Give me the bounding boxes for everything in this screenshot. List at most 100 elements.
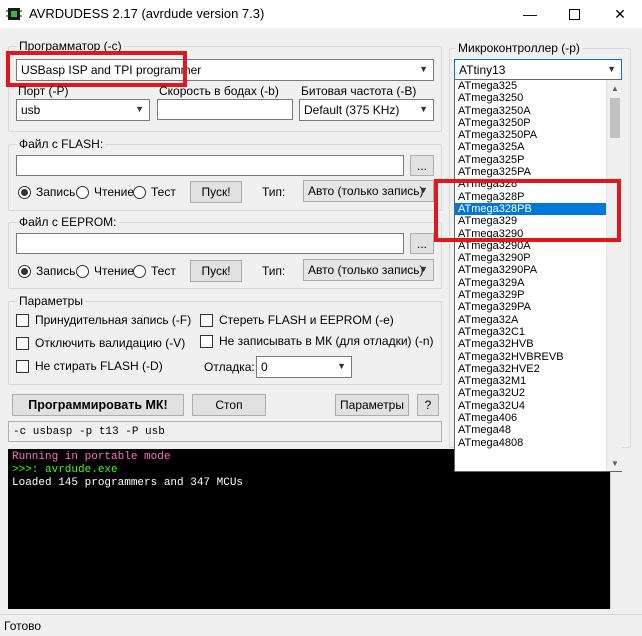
mcu-list-item[interactable]: ATmega325 [455,80,621,92]
settings-button[interactable]: Параметры [335,394,409,416]
bitclock-select[interactable]: Default (375 KHz) ▼ [299,99,434,121]
eeprom-type-value: Авто (только запись) [308,263,424,277]
chevron-down-icon: ▼ [607,64,616,74]
eeprom-verify-radio[interactable] [133,265,146,278]
force-checkbox[interactable] [16,314,29,327]
options-legend: Параметры [17,294,85,308]
mcu-dropdown-list[interactable]: ATmega325 ATmega3250 ATmega3250A ATmega3250… [454,79,622,472]
mcu-list-item[interactable]: ATmega3290PA [455,264,621,276]
mcu-list-item[interactable]: ATmega32M1 [455,375,621,387]
mcu-list-item[interactable]: ATmega32C1 [455,326,621,338]
bitclock-label: Битовая частота (-B) [301,84,417,98]
app-icon [6,6,22,22]
mcu-select[interactable]: ATtiny13 ▼ [454,59,622,81]
mcu-list-item[interactable]: ATmega325P [455,154,621,166]
erase-checkbox[interactable] [200,314,213,327]
eeprom-browse-button[interactable]: ... [410,233,434,254]
chevron-down-icon: ▼ [419,185,428,195]
chevron-down-icon: ▼ [135,104,144,114]
erase-label: Стереть FLASH и EEPROM (-e) [219,313,394,327]
chevron-down-icon: ▼ [337,361,346,371]
scroll-down-icon[interactable]: ▼ [607,455,623,471]
chevron-down-icon: ▼ [419,64,428,74]
flash-browse-button[interactable]: ... [410,155,434,176]
eeprom-write-label: Запись [36,264,76,278]
eeprom-type-label: Тип: [262,264,286,278]
mcu-list-item[interactable]: ATmega3250 [455,92,621,104]
force-label: Принудительная запись (-F) [35,313,192,327]
mcu-list-item[interactable]: ATmega32U2 [455,387,621,399]
debug-label: Отладка: [204,360,255,374]
status-text: Готово [4,619,42,633]
no-erase-checkbox[interactable] [16,360,29,373]
no-write-checkbox[interactable] [200,335,213,348]
mcu-list-item[interactable]: ATmega329A [455,277,621,289]
no-write-label: Не записывать в МК (для отладки) (-n) [219,334,434,348]
eeprom-file-input[interactable] [16,233,404,254]
mcu-list-item[interactable]: ATmega4808 [455,437,621,449]
mcu-list-item[interactable]: ATmega32HVB [455,338,621,350]
close-icon[interactable]: ✕ [598,0,642,28]
status-bar [0,614,642,636]
flash-file-input[interactable] [16,155,404,176]
maximize-icon[interactable] [552,0,596,28]
mcu-select-value: ATtiny13 [459,63,506,77]
mcu-list-item[interactable]: ATmega3290P [455,252,621,264]
minimize-icon[interactable]: — [508,0,552,28]
flash-go-button[interactable]: Пуск! [190,181,242,203]
stop-button[interactable]: Стоп [192,394,266,416]
mcu-list-item[interactable]: ATmega406 [455,412,621,424]
baud-input[interactable] [157,99,293,120]
console-output: Running in portable mode >>>: avrdude.ex… [8,449,610,609]
port-select[interactable]: usb ▼ [16,99,150,121]
mcu-list-item[interactable]: ATmega32U4 [455,400,621,412]
highlight-box-programmer [6,51,187,87]
scroll-up-icon[interactable]: ▲ [607,80,623,96]
console-scrollbar[interactable] [610,449,628,609]
eeprom-go-button[interactable]: Пуск! [190,260,242,282]
eeprom-legend: Файл с EEPROM: [17,215,119,229]
flash-read-label: Чтение [94,185,135,199]
flash-legend: Файл с FLASH: [17,137,106,151]
mcu-list-item[interactable]: ATmega32HVBREVB [455,351,621,363]
flash-type-label: Тип: [262,185,286,199]
mcu-list-item[interactable]: ATmega32A [455,314,621,326]
flash-verify-radio[interactable] [133,186,146,199]
debug-select[interactable]: 0 ▼ [256,356,352,378]
mcu-list-item[interactable]: ATmega329PA [455,301,621,313]
program-button[interactable]: Программировать МК! [12,394,184,416]
flash-verify-label: Тест [151,185,176,199]
chevron-down-icon: ▼ [419,264,428,274]
no-erase-label: Не стирать FLASH (-D) [35,359,163,373]
flash-type-select[interactable]: Авто (только запись) ▼ [303,180,434,202]
port-select-value: usb [21,103,41,117]
help-button[interactable]: ? [417,394,439,416]
chevron-down-icon: ▼ [419,104,428,114]
mcu-list-item[interactable]: ATmega3250P [455,117,621,129]
bitclock-select-value: Default (375 KHz) [304,103,400,117]
scroll-thumb[interactable] [610,98,620,138]
mcu-legend: Микроконтроллер (-p) [456,41,582,55]
mcu-list-item[interactable]: ATmega3250PA [455,129,621,141]
mcu-list-scrollbar[interactable]: ▲ ▼ [606,80,622,471]
flash-write-radio[interactable] [18,186,31,199]
flash-read-radio[interactable] [76,186,89,199]
eeprom-read-label: Чтение [94,264,135,278]
debug-select-value: 0 [261,360,268,374]
eeprom-type-select[interactable]: Авто (только запись) ▼ [303,259,434,281]
console-line-3: Loaded 145 programmers and 347 MCUs [12,477,244,489]
mcu-list-item[interactable]: ATmega3250A [455,105,621,117]
flash-type-value: Авто (только запись) [308,184,424,198]
mcu-list-item[interactable]: ATmega325PA [455,166,621,178]
mcu-list-item[interactable]: ATmega329P [455,289,621,301]
mcu-list-item[interactable]: ATmega325A [455,141,621,153]
eeprom-write-radio[interactable] [18,265,31,278]
mcu-list-item[interactable]: ATmega48 [455,424,621,436]
port-label: Порт (-P) [18,84,69,98]
disable-verify-checkbox[interactable] [16,337,29,350]
mcu-list-item[interactable]: ATmega32HVE2 [455,363,621,375]
eeprom-verify-label: Тест [151,264,176,278]
flash-write-label: Запись [36,185,76,199]
window-title: AVRDUDESS 2.17 (avrdude version 7.3) [29,6,265,21]
eeprom-read-radio[interactable] [76,265,89,278]
